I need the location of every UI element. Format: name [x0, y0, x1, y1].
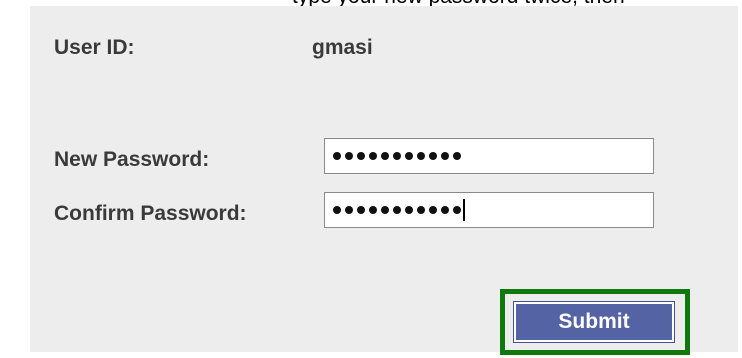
password-mask-dot — [381, 206, 389, 214]
password-mask-dot — [333, 152, 341, 160]
new-password-dots — [333, 146, 465, 166]
user-id-value: gmasi — [312, 36, 373, 59]
password-mask-dot — [369, 206, 377, 214]
confirm-password-field[interactable] — [324, 192, 654, 228]
password-mask-dot — [417, 206, 425, 214]
confirm-password-label: Confirm Password: — [54, 202, 247, 225]
password-mask-dot — [417, 152, 425, 160]
password-mask-dot — [357, 206, 365, 214]
password-mask-dot — [405, 152, 413, 160]
password-mask-dot — [429, 206, 437, 214]
password-mask-dot — [393, 152, 401, 160]
password-mask-dot — [369, 152, 377, 160]
text-caret — [463, 199, 465, 221]
password-mask-dot — [333, 206, 341, 214]
password-mask-dot — [429, 152, 437, 160]
password-mask-dot — [441, 206, 449, 214]
password-mask-dot — [393, 206, 401, 214]
submit-button[interactable]: Submit — [513, 301, 675, 343]
password-mask-dot — [345, 206, 353, 214]
password-mask-dot — [381, 152, 389, 160]
password-mask-dot — [441, 152, 449, 160]
password-mask-dot — [357, 152, 365, 160]
password-mask-dot — [453, 152, 461, 160]
user-id-label: User ID: — [54, 36, 135, 59]
new-password-field[interactable] — [324, 138, 654, 174]
password-mask-dot — [453, 206, 461, 214]
confirm-password-dots — [333, 199, 465, 221]
new-password-label: New Password: — [54, 148, 210, 171]
password-mask-dot — [345, 152, 353, 160]
password-mask-dot — [405, 206, 413, 214]
change-password-panel: User ID: gmasi New Password: Confirm Pas… — [30, 6, 738, 355]
